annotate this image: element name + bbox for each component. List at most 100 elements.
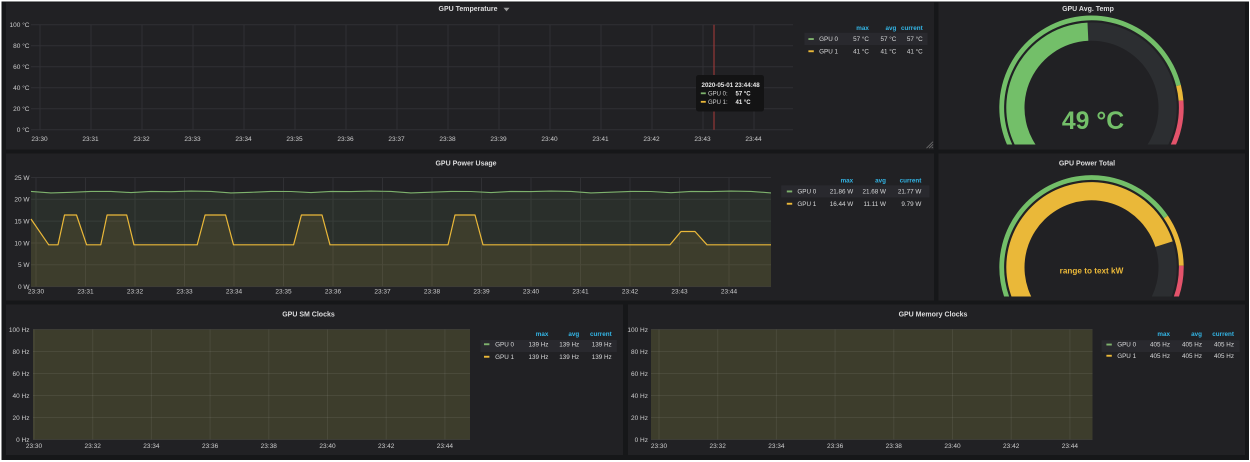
- svg-text:57 °C: 57 °C: [907, 35, 923, 43]
- svg-text:139 Hz: 139 Hz: [559, 341, 579, 348]
- svg-text:16.44 W: 16.44 W: [830, 201, 854, 208]
- svg-text:23:32: 23:32: [710, 443, 727, 450]
- svg-text:23:43: 23:43: [694, 136, 711, 143]
- svg-text:25 W: 25 W: [14, 175, 30, 182]
- svg-text:23:34: 23:34: [143, 443, 160, 450]
- svg-text:80 Hz: 80 Hz: [631, 349, 648, 356]
- svg-text:23:44: 23:44: [437, 443, 454, 450]
- svg-text:current: current: [901, 25, 924, 32]
- svg-text:23:36: 23:36: [325, 288, 342, 295]
- svg-text:23:42: 23:42: [378, 443, 395, 450]
- svg-text:23:38: 23:38: [886, 443, 903, 450]
- svg-text:40 Hz: 40 Hz: [631, 393, 648, 400]
- svg-text:405 Hz: 405 Hz: [1182, 353, 1202, 360]
- svg-text:GPU Power Usage: GPU Power Usage: [435, 161, 496, 168]
- svg-text:23:34: 23:34: [226, 288, 243, 295]
- svg-text:23:37: 23:37: [374, 288, 391, 295]
- svg-text:23:33: 23:33: [176, 288, 193, 295]
- svg-text:60 °C: 60 °C: [13, 63, 30, 71]
- svg-text:5 W: 5 W: [18, 262, 30, 269]
- svg-text:139 Hz: 139 Hz: [528, 341, 548, 348]
- svg-text:23:40: 23:40: [523, 288, 540, 295]
- svg-text:9.79 W: 9.79 W: [901, 201, 921, 208]
- svg-text:GPU 1: GPU 1: [797, 201, 816, 208]
- svg-text:23:34: 23:34: [235, 136, 252, 143]
- svg-text:GPU 0:: GPU 0:: [708, 92, 728, 98]
- svg-text:avg: avg: [1191, 331, 1202, 338]
- svg-text:23:36: 23:36: [827, 443, 844, 450]
- svg-text:23:38: 23:38: [424, 288, 441, 295]
- svg-text:max: max: [856, 25, 869, 32]
- svg-text:23:32: 23:32: [133, 136, 150, 143]
- svg-text:current: current: [1212, 331, 1235, 338]
- svg-text:max: max: [1157, 331, 1170, 338]
- svg-text:60 Hz: 60 Hz: [631, 371, 648, 378]
- svg-text:23:40: 23:40: [541, 136, 558, 143]
- svg-text:23:36: 23:36: [337, 136, 354, 143]
- svg-text:23:41: 23:41: [572, 288, 589, 295]
- svg-text:current: current: [590, 331, 613, 338]
- svg-text:41 °C: 41 °C: [907, 47, 923, 55]
- svg-text:23:32: 23:32: [85, 443, 102, 450]
- svg-text:GPU 0: GPU 0: [495, 341, 514, 348]
- svg-text:23:42: 23:42: [643, 136, 660, 143]
- svg-text:80 Hz: 80 Hz: [13, 349, 30, 356]
- svg-text:11.11 W: 11.11 W: [863, 201, 886, 208]
- svg-text:49 °C: 49 °C: [1062, 108, 1124, 135]
- svg-text:GPU 1:: GPU 1:: [708, 100, 728, 106]
- svg-text:23:39: 23:39: [473, 288, 490, 295]
- svg-text:23:42: 23:42: [1003, 443, 1020, 450]
- svg-text:23:30: 23:30: [28, 288, 45, 295]
- svg-text:current: current: [900, 178, 923, 185]
- svg-text:23:35: 23:35: [286, 136, 303, 143]
- svg-text:57 °C: 57 °C: [880, 35, 896, 43]
- svg-text:23:30: 23:30: [26, 443, 43, 450]
- svg-text:21.68 W: 21.68 W: [863, 189, 887, 196]
- svg-text:GPU 0: GPU 0: [1117, 342, 1136, 349]
- svg-text:20 Hz: 20 Hz: [631, 415, 648, 422]
- svg-text:23:34: 23:34: [768, 443, 785, 450]
- svg-text:avg: avg: [885, 25, 896, 32]
- svg-text:GPU Temperature: GPU Temperature: [439, 6, 498, 13]
- svg-text:405 Hz: 405 Hz: [1150, 353, 1170, 360]
- svg-text:23:43: 23:43: [671, 288, 688, 295]
- svg-text:23:30: 23:30: [31, 136, 48, 143]
- svg-text:57 °C: 57 °C: [736, 92, 752, 98]
- svg-text:23:31: 23:31: [77, 288, 94, 295]
- svg-text:0 Hz: 0 Hz: [635, 437, 648, 444]
- svg-text:GPU SM Clocks: GPU SM Clocks: [282, 312, 335, 319]
- svg-text:23:33: 23:33: [184, 136, 201, 143]
- svg-text:avg: avg: [875, 178, 886, 185]
- svg-text:23:30: 23:30: [651, 443, 668, 450]
- svg-text:405 Hz: 405 Hz: [1182, 342, 1202, 349]
- svg-text:20 °C: 20 °C: [13, 105, 30, 113]
- svg-text:max: max: [536, 331, 549, 338]
- svg-text:range to text kW: range to text kW: [1060, 267, 1124, 276]
- svg-text:40 Hz: 40 Hz: [13, 393, 30, 400]
- svg-text:avg: avg: [568, 331, 579, 338]
- svg-text:139 Hz: 139 Hz: [592, 354, 612, 361]
- svg-text:100 Hz: 100 Hz: [9, 327, 30, 334]
- svg-text:23:41: 23:41: [592, 136, 609, 143]
- svg-text:405 Hz: 405 Hz: [1150, 342, 1170, 349]
- svg-text:20 W: 20 W: [14, 197, 30, 204]
- svg-text:23:40: 23:40: [319, 443, 336, 450]
- svg-text:23:35: 23:35: [275, 288, 292, 295]
- svg-text:2020-05-01 23:44:48: 2020-05-01 23:44:48: [702, 82, 761, 89]
- svg-text:10 W: 10 W: [14, 240, 30, 247]
- svg-text:GPU 1: GPU 1: [819, 48, 838, 55]
- svg-text:139 Hz: 139 Hz: [528, 354, 548, 361]
- svg-text:GPU 1: GPU 1: [495, 354, 514, 361]
- svg-text:23:40: 23:40: [944, 443, 961, 450]
- svg-text:23:42: 23:42: [622, 288, 639, 295]
- svg-text:57 °C: 57 °C: [853, 35, 869, 43]
- svg-text:139 Hz: 139 Hz: [559, 354, 579, 361]
- svg-text:23:37: 23:37: [388, 136, 405, 143]
- svg-text:41 °C: 41 °C: [880, 47, 896, 55]
- svg-text:23:39: 23:39: [490, 136, 507, 143]
- svg-text:GPU Power Total: GPU Power Total: [1059, 160, 1115, 167]
- svg-text:23:36: 23:36: [202, 443, 219, 450]
- svg-text:23:38: 23:38: [439, 136, 456, 143]
- svg-text:100 °C: 100 °C: [10, 21, 30, 29]
- svg-text:GPU Avg. Temp: GPU Avg. Temp: [1062, 6, 1114, 13]
